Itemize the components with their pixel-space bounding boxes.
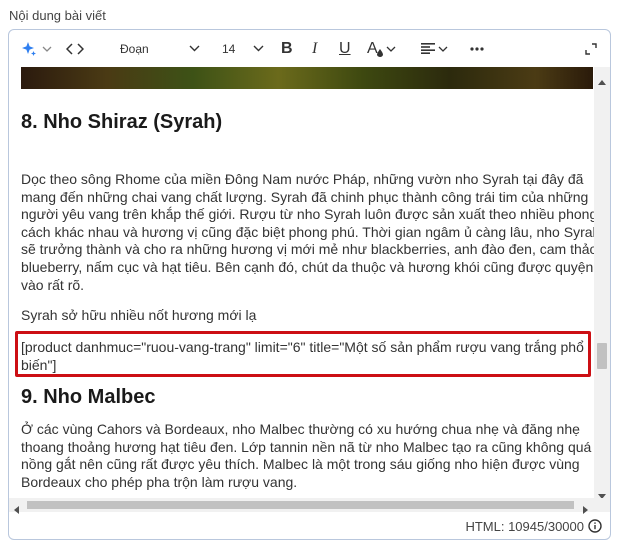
align-left-icon (421, 43, 435, 54)
expand-icon (585, 42, 597, 55)
vertical-scroll-thumb[interactable] (597, 343, 607, 369)
vineyard-image (21, 67, 593, 89)
editor-statusbar: HTML: 10945/30000 (9, 512, 610, 539)
ai-assistant-button[interactable] (21, 30, 52, 67)
chevron-down-icon (253, 45, 264, 52)
text-line: biến"] (21, 356, 57, 373)
text-color-button[interactable]: A (367, 30, 396, 67)
horizontal-scroll-thumb[interactable] (27, 501, 574, 509)
text-line: vào rất rõ. (21, 276, 85, 293)
text-line: nồng gắt nên cũng rất được yêu thích. Ma… (21, 456, 580, 473)
character-count: HTML: 10945/30000 (465, 519, 584, 534)
vertical-scrollbar[interactable] (594, 67, 610, 499)
chevron-down-icon (386, 46, 396, 52)
product-shortcode: [product danhmuc="ruou-vang-trang" limit… (21, 339, 584, 374)
paragraph-shiraz: Dọc theo sông Rhome của miền Đông Nam nư… (21, 171, 594, 294)
code-icon (66, 42, 84, 55)
text-line: thoang thoảng hương hạt tiêu đen. Lớp ta… (21, 438, 592, 455)
paragraph-malbec: Ở các vùng Cahors và Bordeaux, nho Malbe… (21, 421, 592, 491)
text-line: mang đến những chai vang chất lượng. Syr… (21, 188, 589, 205)
editor-toolbar: Đoạn 14 B I U A (9, 30, 610, 67)
horizontal-scrollbar[interactable] (9, 498, 594, 514)
chevron-down-icon (189, 45, 200, 52)
heading-shiraz: 8. Nho Shiraz (Syrah) (21, 111, 223, 133)
field-label: Nội dung bài viết (9, 8, 106, 23)
italic-button[interactable]: I (312, 30, 317, 67)
text-line: người yêu vang trên khắp thế giới. Rượu … (21, 206, 594, 223)
scroll-up-arrow-icon[interactable] (598, 72, 606, 90)
text-line: Ở các vùng Cahors và Bordeaux, nho Malbe… (21, 421, 580, 437)
info-icon[interactable] (588, 519, 602, 536)
heading-malbec: 9. Nho Malbec (21, 386, 156, 408)
paragraph-syrah-notes: Syrah sở hữu nhiều nốt hương mới lạ (21, 307, 257, 323)
bold-button[interactable]: B (281, 30, 293, 67)
underline-button[interactable]: U (339, 30, 351, 67)
font-size-value: 14 (222, 41, 236, 56)
chevron-down-icon (438, 46, 448, 52)
sparkle-icon (21, 41, 37, 57)
text-line: cách khác nhau và hương vị cũng đặc biệt… (21, 223, 594, 240)
text-line: blueberry, nấm cục và hạt tiêu. Bên cạnh… (21, 258, 594, 275)
font-size-select[interactable]: 14 (222, 30, 264, 67)
editor-content-area[interactable]: 8. Nho Shiraz (Syrah) Dọc theo sông Rhom… (9, 67, 594, 498)
align-button[interactable] (421, 30, 448, 67)
text-line: Bordeaux cho phép pha trộn làm rượu vang… (21, 473, 298, 490)
block-format-select[interactable]: Đoạn (120, 30, 200, 67)
more-icon (470, 46, 484, 51)
paint-drop-icon (376, 48, 383, 57)
rich-text-editor[interactable]: Đoạn 14 B I U A 8. Nho Shiraz (Syrah) Dọ… (8, 29, 611, 540)
chevron-down-icon (42, 46, 52, 52)
text-line: [product danhmuc="ruou-vang-trang" limit… (21, 339, 584, 355)
source-code-button[interactable] (66, 30, 84, 67)
text-line: Dọc theo sông Rhome của miền Đông Nam nư… (21, 171, 584, 187)
block-format-value: Đoạn (120, 41, 149, 56)
scrollbar-corner (594, 498, 610, 512)
fullscreen-button[interactable] (585, 30, 597, 67)
text-line: sẽ trưởng thành và cho ra những hương vị… (21, 241, 594, 258)
more-button[interactable] (470, 30, 484, 67)
